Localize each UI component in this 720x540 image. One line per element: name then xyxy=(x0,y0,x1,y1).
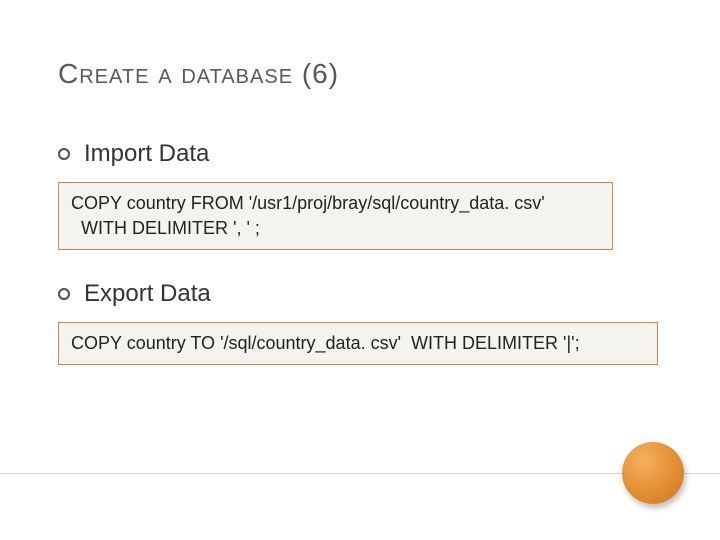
import-code-box: COPY country FROM '/usr1/proj/bray/sql/c… xyxy=(58,182,613,250)
title-text: Create a database xyxy=(58,58,293,89)
donut-bullet-icon xyxy=(58,148,70,160)
section-import: Import Data COPY country FROM '/usr1/pro… xyxy=(58,140,662,250)
slide: Create a database (6) Import Data COPY c… xyxy=(0,0,720,540)
export-code-box: COPY country TO '/sql/country_data. csv'… xyxy=(58,322,658,365)
divider-line xyxy=(0,473,720,474)
title-number: (6) xyxy=(302,58,339,89)
page-title: Create a database (6) xyxy=(58,58,339,90)
export-heading: Export Data xyxy=(84,280,211,308)
bullet-row-import: Import Data xyxy=(58,140,662,168)
import-heading: Import Data xyxy=(84,140,209,168)
section-export: Export Data COPY country TO '/sql/countr… xyxy=(58,280,662,365)
decorative-circle-icon xyxy=(622,442,684,504)
donut-bullet-icon xyxy=(58,288,70,300)
bullet-row-export: Export Data xyxy=(58,280,662,308)
